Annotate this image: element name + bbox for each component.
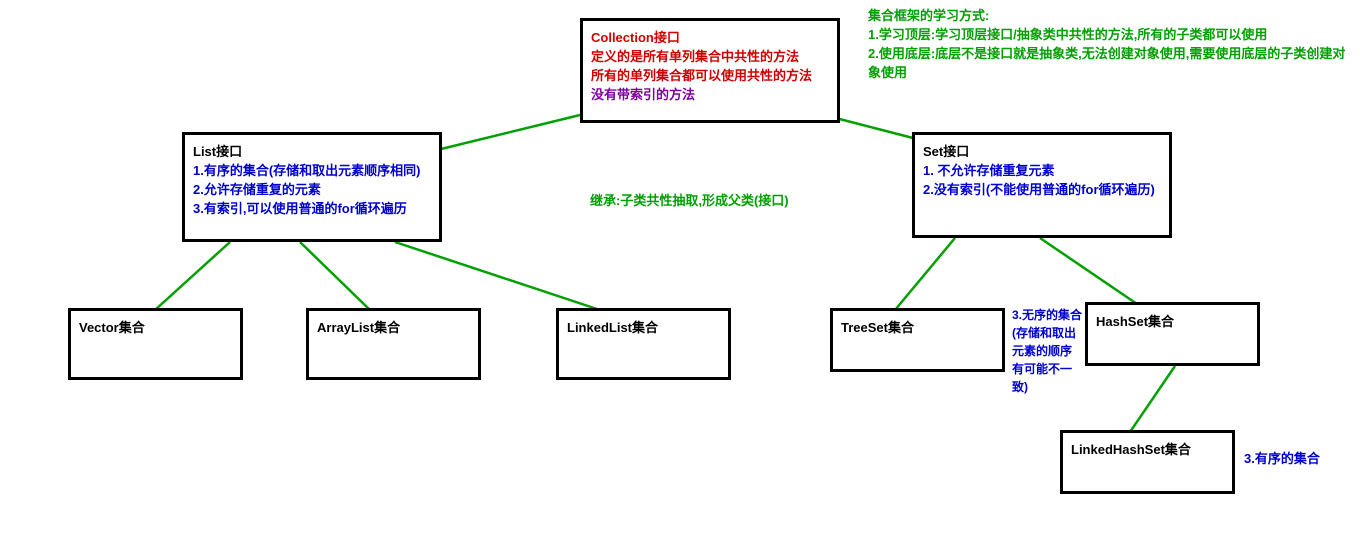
arraylist-box: ArrayList集合 (306, 308, 481, 380)
linkedlist-box: LinkedList集合 (556, 308, 731, 380)
treeset-title: TreeSet集合 (841, 317, 994, 336)
diagram-canvas: 集合框架的学习方式: 1.学习顶层:学习顶层接口/抽象类中共性的方法,所有的子类… (0, 0, 1360, 534)
study-tips: 集合框架的学习方式: 1.学习顶层:学习顶层接口/抽象类中共性的方法,所有的子类… (868, 6, 1348, 83)
list-box: List接口 1.有序的集合(存储和取出元素顺序相同) 2.允许存储重复的元素 … (182, 132, 442, 242)
collection-l3: 没有带索引的方法 (591, 86, 829, 104)
list-l2: 2.允许存储重复的元素 (193, 181, 431, 199)
inherit-label: 继承:子类共性抽取,形成父类(接口) (590, 190, 789, 209)
hashset-note: 3.无序的集合(存储和取出元素的顺序有可能不一致) (1012, 306, 1082, 396)
tips-line2: 1.学习顶层:学习顶层接口/抽象类中共性的方法,所有的子类都可以使用 (868, 26, 1348, 44)
list-l3: 3.有索引,可以使用普通的for循环遍历 (193, 200, 431, 218)
tips-line3: 2.使用底层:底层不是接口就是抽象类,无法创建对象使用,需要使用底层的子类创建对… (868, 45, 1348, 81)
linkedhashset-title: LinkedHashSet集合 (1071, 439, 1224, 458)
treeset-box: TreeSet集合 (830, 308, 1005, 372)
arraylist-title: ArrayList集合 (317, 317, 470, 336)
collection-box: Collection接口 定义的是所有单列集合中共性的方法 所有的单列集合都可以… (580, 18, 840, 123)
vector-title: Vector集合 (79, 317, 232, 336)
collection-title: Collection接口 (591, 27, 829, 46)
hashset-title: HashSet集合 (1096, 311, 1249, 330)
collection-l2: 所有的单列集合都可以使用共性的方法 (591, 67, 829, 85)
hashset-box: HashSet集合 (1085, 302, 1260, 366)
tips-line1: 集合框架的学习方式: (868, 7, 1348, 25)
vector-box: Vector集合 (68, 308, 243, 380)
set-l1: 1. 不允许存储重复元素 (923, 162, 1161, 180)
set-title: Set接口 (923, 141, 1161, 160)
linkedhashset-note: 3.有序的集合 (1244, 448, 1320, 467)
collection-l1: 定义的是所有单列集合中共性的方法 (591, 48, 829, 66)
linkedlist-title: LinkedList集合 (567, 317, 720, 336)
set-box: Set接口 1. 不允许存储重复元素 2.没有索引(不能使用普通的for循环遍历… (912, 132, 1172, 238)
list-l1: 1.有序的集合(存储和取出元素顺序相同) (193, 162, 431, 180)
linkedhashset-box: LinkedHashSet集合 (1060, 430, 1235, 494)
set-l2: 2.没有索引(不能使用普通的for循环遍历) (923, 181, 1161, 199)
list-title: List接口 (193, 141, 431, 160)
